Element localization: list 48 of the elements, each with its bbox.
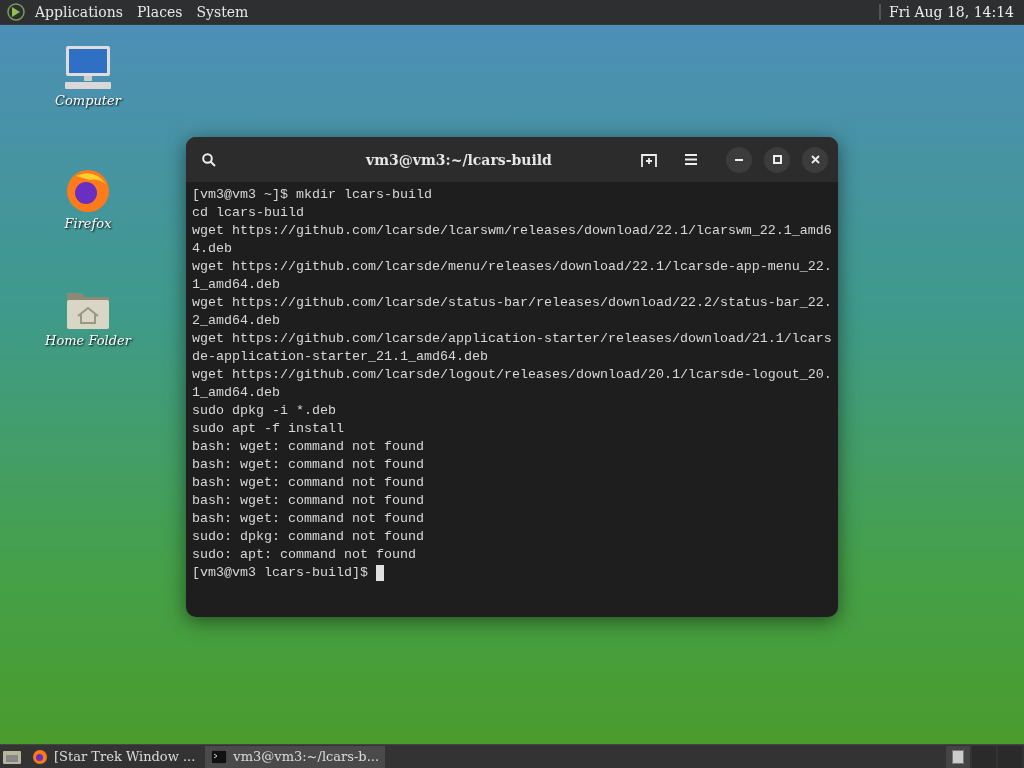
terminal-line: 1_amd64.deb — [192, 276, 281, 294]
terminal-line: sudo apt -f install — [192, 420, 345, 438]
terminal-line: bash: wget: command not found — [192, 438, 425, 456]
window-title: vm3@vm3:~/lcars-build — [364, 151, 553, 168]
terminal-line: 4.deb — [192, 240, 233, 258]
terminal-line: cd lcars-build — [192, 204, 305, 222]
new-tab-icon — [641, 152, 657, 167]
maximize-icon — [772, 155, 782, 164]
terminal-icon — [211, 749, 228, 764]
menu-icon — [685, 154, 697, 165]
terminal-line: wget https://github.com/lcarsde/lcarswm/releases/download/22.1/lcarswm_22.1_amd6 — [192, 222, 832, 240]
desktop-icon-label[interactable]: Computer — [55, 93, 121, 108]
taskbar-task[interactable]: [Star Trek Window ... — [26, 745, 202, 768]
terminal-line: 2_amd64.deb — [192, 312, 281, 330]
terminal-line: wget https://github.com/lcarsde/logout/releases/download/20.1/lcarsde-logout_20. — [192, 366, 832, 384]
menu-logo-icon[interactable] — [6, 2, 26, 22]
close-button[interactable] — [802, 146, 828, 173]
browser-icon — [32, 748, 48, 765]
terminal-line: bash: wget: command not found — [192, 474, 425, 492]
terminal-line: wget https://github.com/lcarsde/status-bar/releases/download/22.2/status-bar_22. — [192, 294, 832, 312]
panel-menu[interactable]: System — [191, 4, 254, 20]
terminal-line: bash: wget: command not found — [192, 492, 425, 510]
clock[interactable]: Fri Aug 18, 14:14 — [879, 4, 1018, 20]
workspace-icon — [952, 749, 964, 764]
terminal-line: bash: wget: command not found — [192, 456, 425, 474]
terminal-line: de-application-starter_21.1_amd64.deb — [192, 348, 489, 366]
terminal-line: bash: wget: command not found — [192, 510, 425, 528]
workspace-switcher[interactable] — [998, 745, 1022, 768]
terminal-line: sudo: dpkg: command not found — [192, 528, 425, 546]
close-icon — [810, 155, 820, 164]
minimize-icon — [735, 158, 743, 161]
terminal-line: [vm3@vm3 ~]$ mkdir lcars-build — [192, 186, 433, 204]
computer-icon — [63, 45, 113, 91]
minimize-button[interactable] — [726, 146, 752, 173]
workspace-switcher[interactable] — [972, 745, 996, 768]
text-cursor — [375, 565, 384, 581]
terminal-line: sudo dpkg -i *.deb — [192, 402, 337, 420]
terminal-line: wget https://github.com/lcarsde/application-starter/releases/download/21.1/lcars — [192, 330, 832, 348]
search-icon — [202, 152, 216, 167]
maximize-button[interactable] — [764, 146, 790, 173]
terminal-line: sudo: apt: command not found — [192, 546, 417, 564]
taskbar-task[interactable]: vm3@vm3:~/lcars-b... — [205, 745, 386, 768]
terminal-line: wget https://github.com/lcarsde/menu/releases/download/22.1/lcarsde-app-menu_22. — [192, 258, 832, 276]
terminal-line: 1_amd64.deb — [192, 384, 281, 402]
shell-prompt: [vm3@vm3 lcars-build]$ — [192, 564, 368, 582]
workspace-switcher[interactable] — [946, 745, 970, 768]
panel-menu[interactable]: Places — [131, 4, 188, 20]
panel-menu[interactable]: Applications — [30, 4, 128, 20]
